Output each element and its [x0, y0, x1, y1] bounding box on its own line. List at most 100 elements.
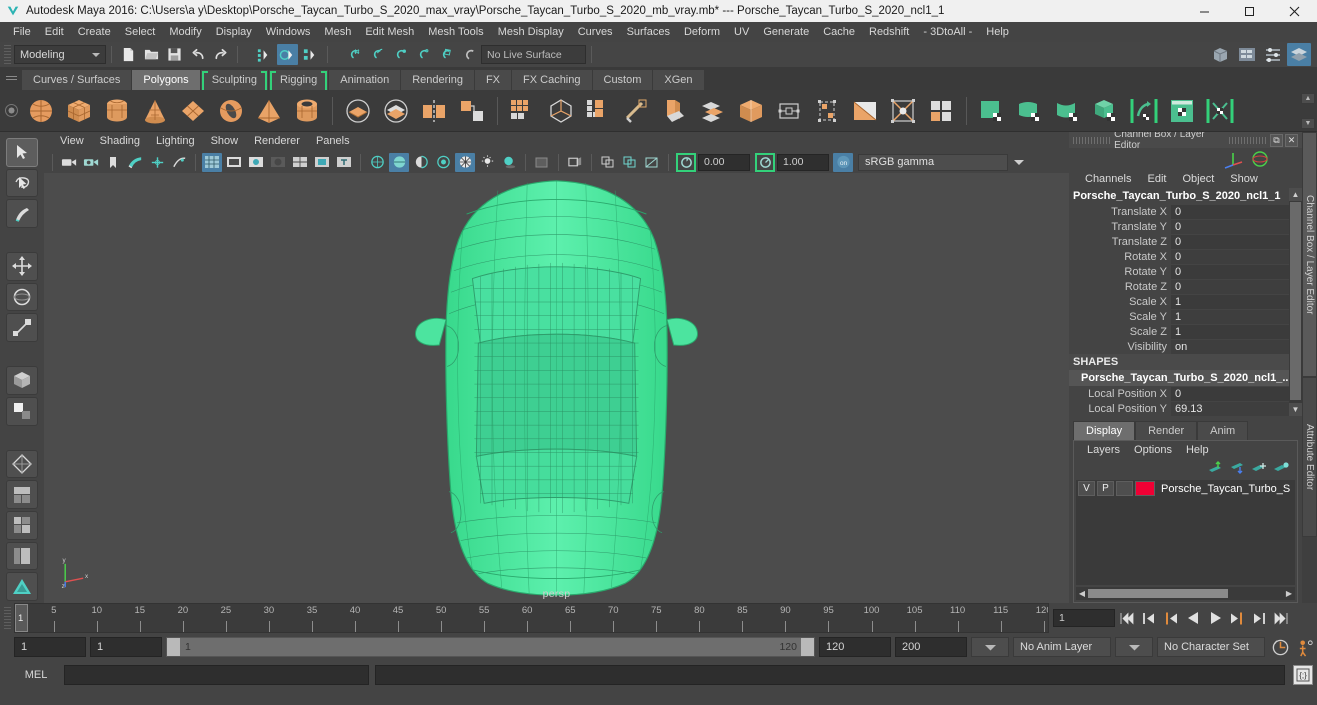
status-line-grip[interactable] [4, 44, 11, 65]
animation-preferences-icon[interactable] [1295, 636, 1317, 658]
poly-cylinder-icon[interactable] [100, 94, 134, 128]
viewport-menu-view[interactable]: View [52, 132, 92, 151]
layer-tab-anim[interactable]: Anim [1197, 421, 1249, 440]
channel-box-menu-bar[interactable]: Channels Edit Object Show [1069, 170, 1302, 188]
isolate-select-icon[interactable] [532, 153, 552, 172]
shelf-scroll-up-icon[interactable]: ▲ [1301, 93, 1315, 104]
shelf-tab-fx[interactable]: FX [474, 70, 513, 90]
channel-row-translate-x[interactable]: Translate X 0 [1069, 204, 1289, 219]
command-input-field[interactable] [64, 665, 369, 685]
channel-row-local-position-y[interactable]: Local Position Y 69.13 [1069, 401, 1289, 416]
menu-item-deform[interactable]: Deform [677, 22, 727, 42]
panel-close-icon[interactable]: ✕ [1285, 133, 1299, 147]
layer-shading-toggle[interactable] [1116, 481, 1133, 496]
range-slider-bar[interactable]: 1 120 [166, 637, 815, 657]
shelf-tab-rendering[interactable]: Rendering [401, 70, 475, 90]
channel-box-menu-object[interactable]: Object [1174, 173, 1222, 185]
bookmark-icon[interactable] [103, 153, 123, 172]
poly-plane-icon[interactable] [176, 94, 210, 128]
poly-torus-icon[interactable] [214, 94, 248, 128]
poly-extrude-icon[interactable] [582, 94, 616, 128]
attribute-editor-icon[interactable] [1235, 43, 1259, 66]
channel-value[interactable]: 0 [1171, 386, 1289, 401]
view-transform-icon[interactable] [642, 153, 662, 172]
layer-scroll-right-arrow-icon[interactable]: ▶ [1283, 589, 1295, 598]
field-chart-icon[interactable] [290, 153, 310, 172]
flat-shade-icon[interactable] [433, 153, 453, 172]
channel-row-local-position-x[interactable]: Local Position X 0 [1069, 386, 1289, 401]
poly-boolean-union-icon[interactable] [341, 94, 375, 128]
channel-box-layer-editor-icon[interactable] [1287, 43, 1311, 66]
exposure-toggle-icon[interactable] [676, 152, 696, 172]
layer-color-swatch[interactable] [1135, 481, 1155, 496]
poly-transfer-attributes-icon[interactable] [886, 94, 920, 128]
show-hide-modeling-toolkit-icon[interactable] [1209, 43, 1233, 66]
viewport-menu-panels[interactable]: Panels [308, 132, 358, 151]
layer-menu-options[interactable]: Options [1127, 444, 1179, 456]
move-layer-up-icon[interactable] [1207, 461, 1223, 475]
poly-sphere-icon[interactable] [24, 94, 58, 128]
select-by-component-icon[interactable] [300, 44, 321, 65]
move-layer-down-icon[interactable] [1229, 461, 1245, 475]
move-tool-icon[interactable] [6, 252, 38, 281]
poly-pyramid-icon[interactable] [252, 94, 286, 128]
menu-item-3dtoall[interactable]: - 3DtoAll - [916, 22, 979, 42]
persp-viewport[interactable]: y x z persp [44, 173, 1069, 603]
color-space-selector[interactable]: sRGB gamma [858, 153, 1008, 171]
panel-drag-handle[interactable] [1073, 136, 1111, 144]
viewport-menu-shading[interactable]: Shading [92, 132, 148, 151]
poly-mirror-icon[interactable] [417, 94, 451, 128]
menu-item-redshift[interactable]: Redshift [862, 22, 916, 42]
layer-list-scrollbar[interactable]: ◀ ▶ [1076, 587, 1295, 600]
color-management-toggle-icon[interactable]: on [833, 152, 853, 172]
exposure-icon[interactable] [169, 153, 189, 172]
use-default-lighting-icon[interactable] [477, 153, 497, 172]
two-sided-lighting-icon[interactable] [147, 153, 167, 172]
channel-row-rotate-z[interactable]: Rotate Z 0 [1069, 279, 1289, 294]
poly-boolean-difference-icon[interactable] [379, 94, 413, 128]
wireframe-icon[interactable] [367, 153, 387, 172]
layer-scrollbar-thumb[interactable] [1088, 589, 1228, 598]
menu-item-uv[interactable]: UV [727, 22, 756, 42]
poly-split-icon[interactable] [810, 94, 844, 128]
poly-smooth-icon[interactable] [506, 94, 540, 128]
time-slider-grip[interactable] [0, 603, 14, 633]
anim-start-field[interactable]: 1 [14, 637, 86, 657]
viewport-menu-show[interactable]: Show [203, 132, 247, 151]
layer-list[interactable]: V P Porsche_Taycan_Turbo_S [1076, 480, 1295, 585]
step-forward-key-icon[interactable] [1227, 608, 1247, 628]
image-plane-icon[interactable] [125, 153, 145, 172]
channel-value[interactable]: 0 [1171, 264, 1289, 279]
new-layer-icon[interactable] [1251, 461, 1267, 475]
exposure-value-field[interactable]: 0.00 [698, 153, 750, 171]
uv-automatic-map-icon[interactable] [1089, 94, 1123, 128]
poly-append-icon[interactable] [696, 94, 730, 128]
channel-value[interactable]: 0 [1171, 279, 1289, 294]
four-view-layout-icon[interactable] [6, 510, 38, 540]
outliner-persp-layout-icon[interactable] [6, 541, 38, 571]
uv-layout-icon[interactable] [1165, 94, 1199, 128]
layer-tab-render[interactable]: Render [1135, 421, 1198, 440]
color-space-chevron-down-icon[interactable] [1008, 154, 1030, 171]
poly-cube-icon[interactable] [62, 94, 96, 128]
panel-undock-icon[interactable]: ⧉ [1270, 133, 1284, 147]
layer-tab-display[interactable]: Display [1073, 421, 1136, 440]
channel-value[interactable]: 0 [1171, 234, 1289, 249]
scroll-up-arrow-icon[interactable]: ▲ [1289, 188, 1302, 201]
undo-icon[interactable] [187, 44, 208, 65]
menu-item-edit[interactable]: Edit [38, 22, 71, 42]
persp-layout-icon[interactable] [6, 480, 38, 509]
channel-row-rotate-x[interactable]: Rotate X 0 [1069, 249, 1289, 264]
gate-mask-icon[interactable] [268, 153, 288, 172]
shelf-tab-animation[interactable]: Animation [329, 70, 402, 90]
channel-value[interactable]: 0 [1171, 249, 1289, 264]
new-scene-icon[interactable] [118, 44, 139, 65]
step-forward-frame-icon[interactable] [1249, 608, 1269, 628]
auto-keyframe-icon[interactable] [1269, 636, 1291, 658]
scrollbar-thumb[interactable] [1290, 202, 1301, 400]
shadows-icon[interactable] [499, 153, 519, 172]
channel-row-translate-z[interactable]: Translate Z 0 [1069, 234, 1289, 249]
channel-row-scale-z[interactable]: Scale Z 1 [1069, 324, 1289, 339]
menu-item-mesh-tools[interactable]: Mesh Tools [421, 22, 490, 42]
make-live-icon[interactable] [459, 44, 480, 65]
